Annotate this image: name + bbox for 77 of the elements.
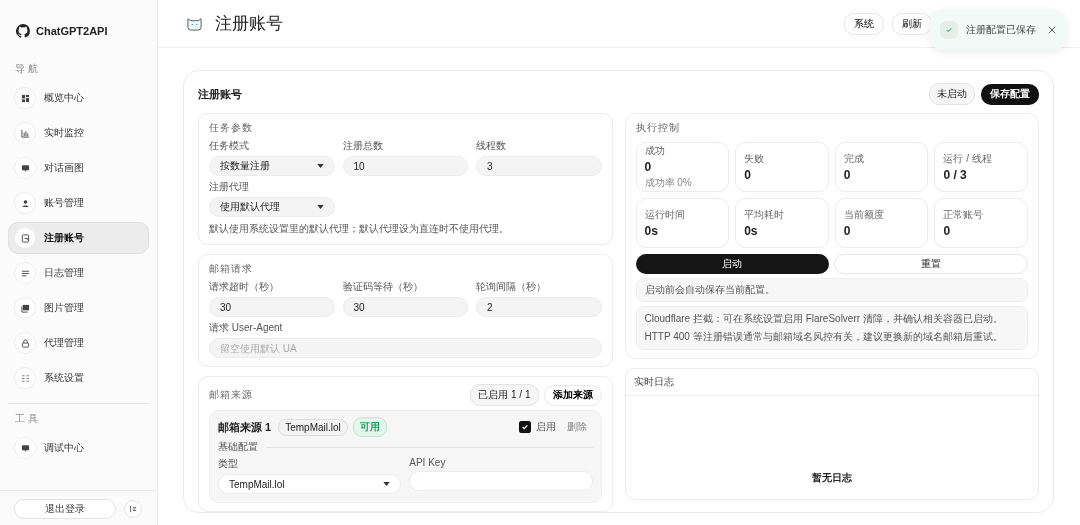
add-source-button[interactable]: 添加来源 [543, 384, 602, 406]
logout-button[interactable]: 退出登录 [14, 499, 116, 519]
stat-value: 0s [644, 224, 658, 238]
field-label: 请求 User-Agent [209, 321, 283, 335]
stat-label: 成功 [644, 144, 665, 158]
page-title: 注册账号 [215, 13, 283, 35]
section-label: 基础配置 [218, 440, 258, 454]
nav-heading: 工 具 [14, 412, 39, 426]
field-label: 注册代理 [209, 180, 249, 194]
field-label: 验证码等待（秒） [342, 280, 423, 294]
field-label: 注册总数 [342, 139, 383, 153]
stat-value: 0 [644, 160, 652, 174]
panel-heading: 实时日志 [625, 369, 1038, 396]
enabled-count-badge: 已启用 1 / 1 [470, 384, 539, 406]
checkbox-label: 启用 [535, 420, 556, 434]
stat-value: 0 [843, 168, 851, 182]
card-title: 注册账号 [198, 86, 242, 102]
field-label: 任务模式 [209, 139, 249, 153]
panel-heading: 邮箱来源 [209, 388, 253, 402]
nav-item[interactable]: 概览中心 [8, 82, 149, 114]
nav-item[interactable]: 注册账号 [8, 222, 149, 254]
stat-label: 失败 [744, 152, 765, 166]
field-label: 线程数 [476, 139, 506, 153]
field-label: 类型 [218, 457, 238, 471]
reset-button[interactable]: 重置 [834, 254, 1028, 274]
select-field[interactable]: 使用默认代理 [209, 197, 335, 217]
status-badge: 未启动 [929, 83, 975, 105]
field-label: 请求超时（秒） [209, 280, 279, 294]
nav-item[interactable]: 对话画图 [8, 152, 149, 184]
stat-label: 运行时间 [644, 208, 685, 222]
nav-item[interactable]: 实时监控 [8, 117, 149, 149]
save-config-button[interactable]: 保存配置 [981, 83, 1039, 105]
hint-text: 默认使用系统设置里的默认代理；默认代理设为直连时不使用代理。 [209, 222, 510, 236]
input-field[interactable]: 2 [476, 297, 602, 317]
field-label: API Key [409, 457, 446, 468]
stat-label: 正常账号 [943, 208, 984, 222]
nav-heading: 导 航 [14, 62, 39, 76]
stat-value: 0 [843, 224, 851, 238]
input-field[interactable]: 30 [209, 297, 335, 317]
stat-label: 完成 [843, 152, 864, 166]
panel-heading: 执行控制 [635, 121, 681, 135]
provider-tag: TempMail.lol [278, 418, 348, 436]
nav-item[interactable]: 账号管理 [8, 187, 149, 219]
field-label: 轮询间隔（秒） [476, 280, 546, 294]
delete-button[interactable]: 删除 [560, 417, 593, 437]
header-button[interactable]: 刷新 [892, 12, 932, 35]
nav-item[interactable]: 日志管理 [8, 257, 149, 289]
stat-value: 0 [943, 224, 951, 238]
status-badge: 可用 [352, 417, 387, 437]
input-field[interactable]: 30 [342, 297, 468, 317]
input-field[interactable]: 留空使用默认 UA [209, 338, 602, 358]
toast-message: 注册配置已保存 [966, 23, 1037, 37]
start-button[interactable]: 启动 [635, 254, 830, 274]
stat-subtext: 成功率 0% [644, 176, 692, 190]
stat-label: 运行 / 线程 [943, 152, 992, 166]
panel-heading: 任务参数 [209, 121, 254, 135]
stat-value: 0s [744, 224, 758, 238]
select-field[interactable]: 按数量注册 [209, 156, 335, 176]
stat-value: 0 [744, 168, 751, 182]
stat-value: 0 / 3 [943, 168, 967, 182]
app-name: ChatGPT2API [36, 25, 108, 37]
nav-item[interactable]: 代理管理 [8, 327, 149, 359]
tip-text: HTTP 400 等注册错误通常与邮箱域名风控有关，建议更换新的域名邮箱后重试。 [644, 330, 1004, 344]
panel-heading: 邮箱请求 [209, 262, 254, 276]
input-field[interactable]: 10 [342, 156, 468, 176]
source-title: 邮箱来源 1 [218, 419, 272, 435]
nav-item[interactable]: 系统设置 [8, 362, 149, 394]
stat-label: 平均耗时 [744, 208, 785, 222]
nav-item[interactable]: 图片管理 [8, 292, 149, 324]
input-field[interactable]: 3 [476, 156, 602, 176]
note-text: 启动前会自动保存当前配置。 [635, 278, 1028, 302]
nav-item[interactable]: 调试中心 [8, 432, 149, 464]
empty-log-text: 暂无日志 [811, 471, 852, 485]
select-field[interactable]: TempMail.lol [218, 474, 402, 494]
stat-label: 当前额度 [843, 208, 884, 222]
header-button[interactable]: 系统 [844, 12, 884, 35]
tip-text: Cloudflare 拦截：可在系统设置启用 FlareSolverr 清障，并确认相关容器已启动。 [644, 312, 1004, 326]
